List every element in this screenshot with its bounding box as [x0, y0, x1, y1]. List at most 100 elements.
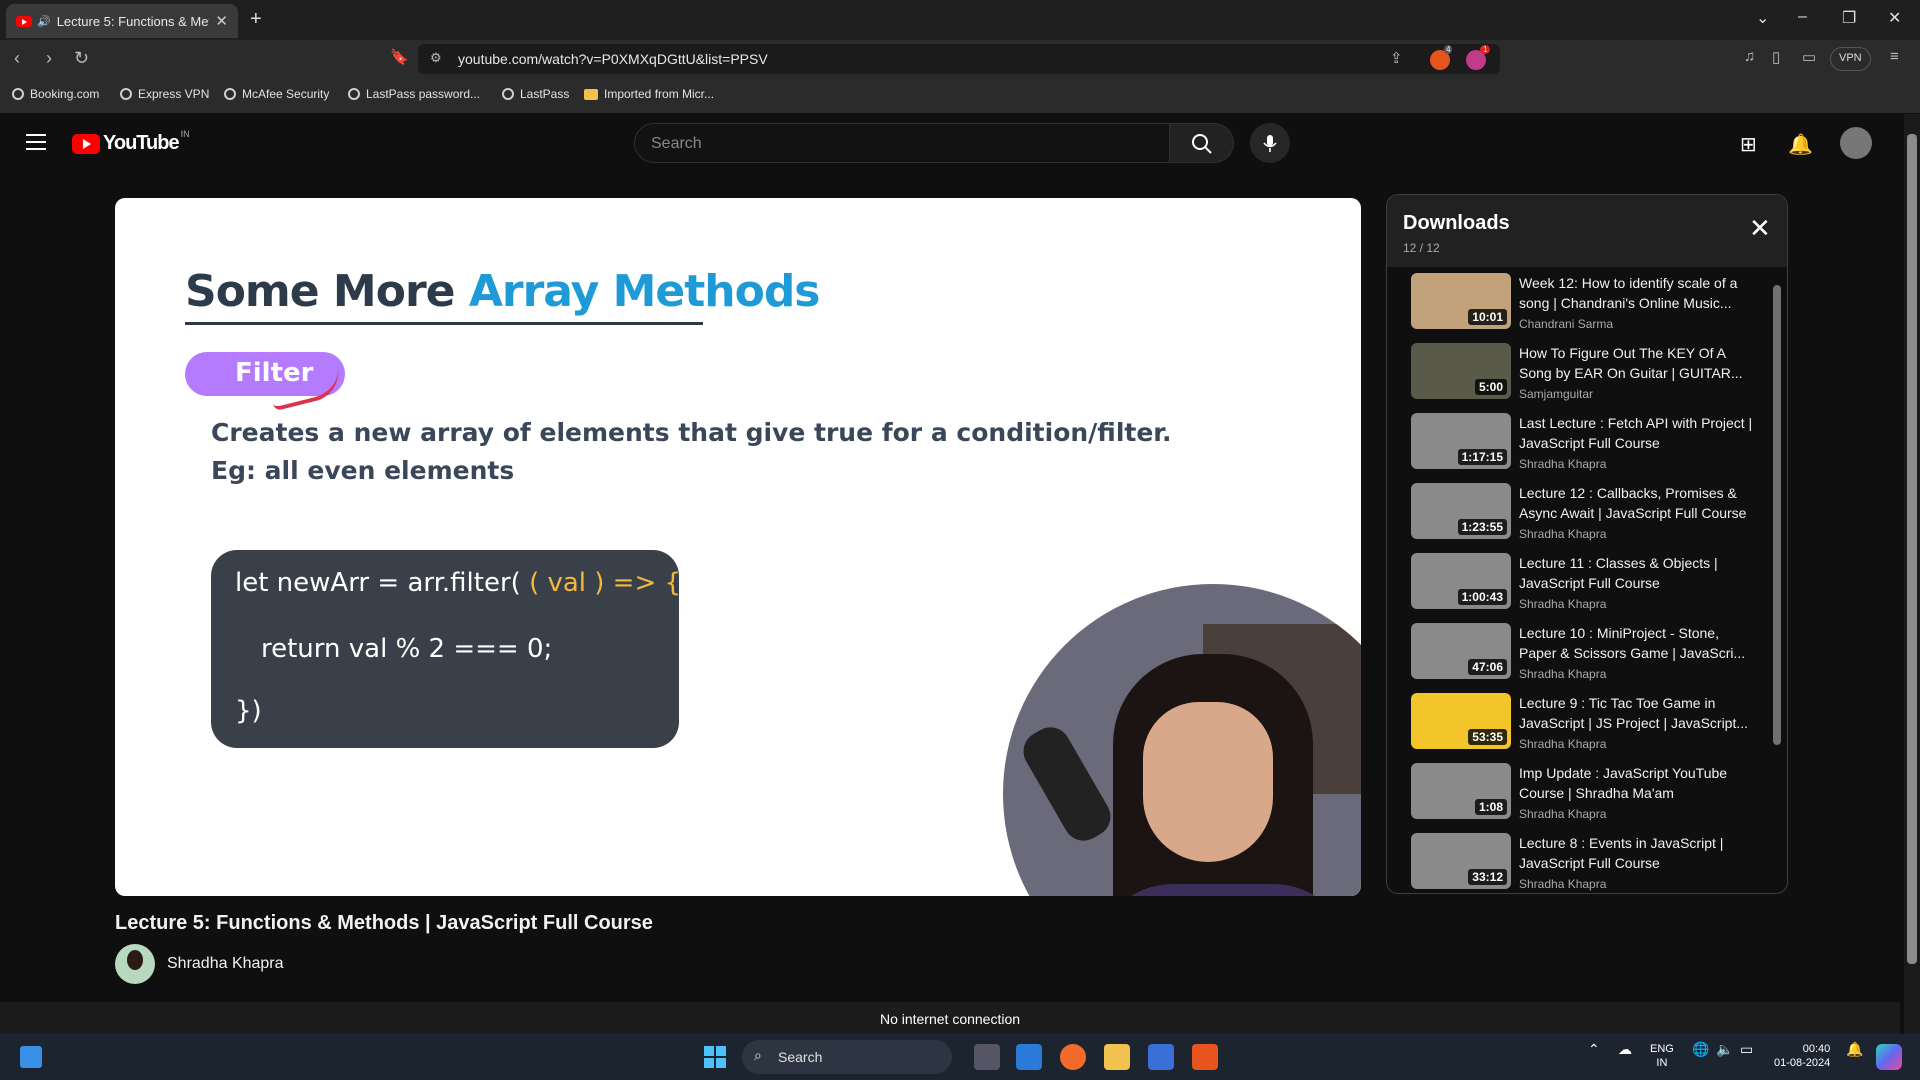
list-item-channel[interactable]: Shradha Khapra — [1519, 527, 1606, 541]
notifications-bell-icon[interactable]: 🔔 — [1788, 132, 1813, 157]
widgets-icon[interactable] — [20, 1046, 42, 1068]
vpn-button[interactable]: VPN — [1830, 47, 1871, 71]
bookmark-item[interactable]: Express VPN — [120, 87, 209, 101]
battery-icon[interactable]: ▭ — [1740, 1042, 1753, 1056]
bookmark-item[interactable]: Booking.com — [12, 87, 99, 101]
speaker-icon[interactable]: 🔊 — [37, 15, 51, 28]
list-item[interactable]: 47:06 Lecture 10 : MiniProject - Stone, … — [1411, 623, 1771, 685]
scrollbar-thumb[interactable] — [1907, 134, 1917, 964]
back-icon[interactable]: ‹ — [14, 48, 20, 69]
channel-name[interactable]: Shradha Khapra — [167, 955, 284, 973]
list-item-title[interactable]: Imp Update : JavaScript YouTube Course |… — [1519, 763, 1759, 803]
channel-avatar[interactable] — [115, 944, 155, 984]
video-thumbnail[interactable]: 1:00:43 — [1411, 553, 1511, 609]
bookmark-item[interactable]: LastPass password... — [348, 87, 480, 101]
list-item-channel[interactable]: Shradha Khapra — [1519, 457, 1606, 471]
video-player[interactable]: Some More Array Methods Filter Creates a… — [115, 198, 1361, 896]
restore-icon[interactable]: ❐ — [1842, 8, 1856, 28]
site-info-icon[interactable]: ⚙ — [430, 50, 442, 66]
windows-start-icon[interactable] — [704, 1046, 726, 1068]
video-thumbnail[interactable]: 10:01 — [1411, 273, 1511, 329]
share-icon[interactable]: ⇪ — [1390, 49, 1403, 67]
volume-icon[interactable]: 🔈 — [1716, 1042, 1733, 1056]
account-avatar[interactable] — [1840, 127, 1872, 159]
list-item-title[interactable]: Week 12: How to identify scale of a song… — [1519, 273, 1759, 313]
video-thumbnail[interactable]: 5:00 — [1411, 343, 1511, 399]
list-item[interactable]: 1:00:43 Lecture 11 : Classes & Objects |… — [1411, 553, 1771, 615]
media-icon[interactable]: ♫ — [1744, 48, 1755, 65]
firefox-icon[interactable] — [1060, 1044, 1086, 1070]
brave-browser-icon[interactable] — [1192, 1044, 1218, 1070]
video-thumbnail[interactable]: 1:23:55 — [1411, 483, 1511, 539]
list-item-channel[interactable]: Shradha Khapra — [1519, 597, 1606, 611]
search-placeholder: Search — [651, 135, 702, 152]
voice-search-button[interactable] — [1250, 123, 1290, 163]
notification-icon[interactable]: 🔔 — [1846, 1042, 1863, 1056]
sidebar-icon[interactable]: ▯ — [1772, 48, 1780, 66]
list-item-title[interactable]: Lecture 9 : Tic Tac Toe Game in JavaScri… — [1519, 693, 1759, 733]
file-explorer-icon[interactable] — [1104, 1044, 1130, 1070]
close-panel-icon[interactable]: ✕ — [1749, 213, 1771, 244]
bookmark-icon[interactable]: 🔖 — [390, 48, 409, 66]
list-item-channel[interactable]: Shradha Khapra — [1519, 807, 1606, 821]
vscode-icon[interactable] — [1016, 1044, 1042, 1070]
copilot-icon[interactable] — [1876, 1044, 1902, 1070]
reload-icon[interactable]: ↻ — [74, 48, 89, 69]
list-item-title[interactable]: How To Figure Out The KEY Of A Song by E… — [1519, 343, 1759, 383]
youtube-favicon-icon — [16, 15, 32, 27]
close-window-icon[interactable]: ✕ — [1888, 8, 1901, 28]
video-thumbnail[interactable]: 33:12 — [1411, 833, 1511, 889]
list-item-channel[interactable]: Shradha Khapra — [1519, 737, 1606, 751]
store-icon[interactable] — [1148, 1044, 1174, 1070]
bookmark-item[interactable]: LastPass — [502, 87, 569, 101]
list-item-channel[interactable]: Shradha Khapra — [1519, 667, 1606, 681]
list-item[interactable]: 1:23:55 Lecture 12 : Callbacks, Promises… — [1411, 483, 1771, 545]
list-item-title[interactable]: Lecture 10 : MiniProject - Stone, Paper … — [1519, 623, 1759, 663]
forward-icon[interactable]: › — [46, 48, 52, 69]
downloads-scrollbar[interactable] — [1773, 285, 1781, 745]
list-item[interactable]: 33:12 Lecture 8 : Events in JavaScript |… — [1411, 833, 1771, 893]
list-item[interactable]: 1:08 Imp Update : JavaScript YouTube Cou… — [1411, 763, 1771, 825]
video-thumbnail[interactable]: 1:17:15 — [1411, 413, 1511, 469]
search-icon: ⌕ — [754, 1047, 762, 1063]
list-item[interactable]: 10:01 Week 12: How to identify scale of … — [1411, 273, 1771, 335]
video-thumbnail[interactable]: 53:35 — [1411, 693, 1511, 749]
active-tab[interactable]: 🔊 Lecture 5: Functions & Meth ✕ — [6, 4, 238, 38]
language-indicator[interactable]: ENG IN — [1650, 1042, 1674, 1070]
minimize-icon[interactable]: – — [1798, 8, 1807, 26]
list-item-title[interactable]: Lecture 11 : Classes & Objects | JavaScr… — [1519, 553, 1759, 593]
close-tab-icon[interactable]: ✕ — [215, 12, 228, 30]
list-item[interactable]: 53:35 Lecture 9 : Tic Tac Toe Game in Ja… — [1411, 693, 1771, 755]
onedrive-icon[interactable]: ☁ — [1618, 1042, 1632, 1056]
address-bar[interactable]: ⚙ youtube.com/watch?v=P0XMXqDGttU&list=P… — [418, 44, 1500, 74]
clock[interactable]: 00:40 01-08-2024 — [1774, 1042, 1830, 1070]
video-thumbnail[interactable]: 1:08 — [1411, 763, 1511, 819]
bookmark-item[interactable]: McAfee Security — [224, 87, 329, 101]
list-item-channel[interactable]: Samjamguitar — [1519, 387, 1593, 401]
slide-description: Creates a new array of elements that giv… — [211, 418, 1172, 447]
bookmark-folder[interactable]: Imported from Micr... — [584, 87, 714, 101]
list-item-title[interactable]: Lecture 12 : Callbacks, Promises & Async… — [1519, 483, 1759, 523]
search-input[interactable]: Search — [634, 123, 1170, 163]
list-item-title[interactable]: Lecture 8 : Events in JavaScript | JavaS… — [1519, 833, 1759, 873]
taskbar-search[interactable]: ⌕ Search — [742, 1040, 952, 1074]
network-icon[interactable]: 🌐 — [1692, 1042, 1709, 1056]
new-tab-icon[interactable]: + — [250, 8, 262, 31]
guide-menu-icon[interactable] — [26, 134, 46, 150]
create-video-icon[interactable]: ⊞ — [1740, 132, 1757, 157]
list-item[interactable]: 1:17:15 Last Lecture : Fetch API with Pr… — [1411, 413, 1771, 475]
list-item[interactable]: 5:00 How To Figure Out The KEY Of A Song… — [1411, 343, 1771, 405]
task-view-icon[interactable] — [974, 1044, 1000, 1070]
page-scrollbar[interactable] — [1904, 114, 1920, 1034]
search-button[interactable] — [1170, 123, 1234, 163]
video-thumbnail[interactable]: 47:06 — [1411, 623, 1511, 679]
menu-icon[interactable]: ≡ — [1890, 48, 1899, 65]
list-item-channel[interactable]: Chandrani Sarma — [1519, 317, 1613, 331]
url-text[interactable]: youtube.com/watch?v=P0XMXqDGttU&list=PPS… — [458, 51, 768, 67]
tab-search-chevron-icon[interactable]: ⌄ — [1756, 8, 1769, 28]
youtube-logo[interactable]: YouTube IN — [72, 129, 190, 155]
tray-chevron-icon[interactable]: ⌃ — [1588, 1042, 1600, 1056]
list-item-title[interactable]: Last Lecture : Fetch API with Project | … — [1519, 413, 1759, 453]
wallet-icon[interactable]: ▭ — [1802, 48, 1816, 66]
list-item-channel[interactable]: Shradha Khapra — [1519, 877, 1606, 891]
